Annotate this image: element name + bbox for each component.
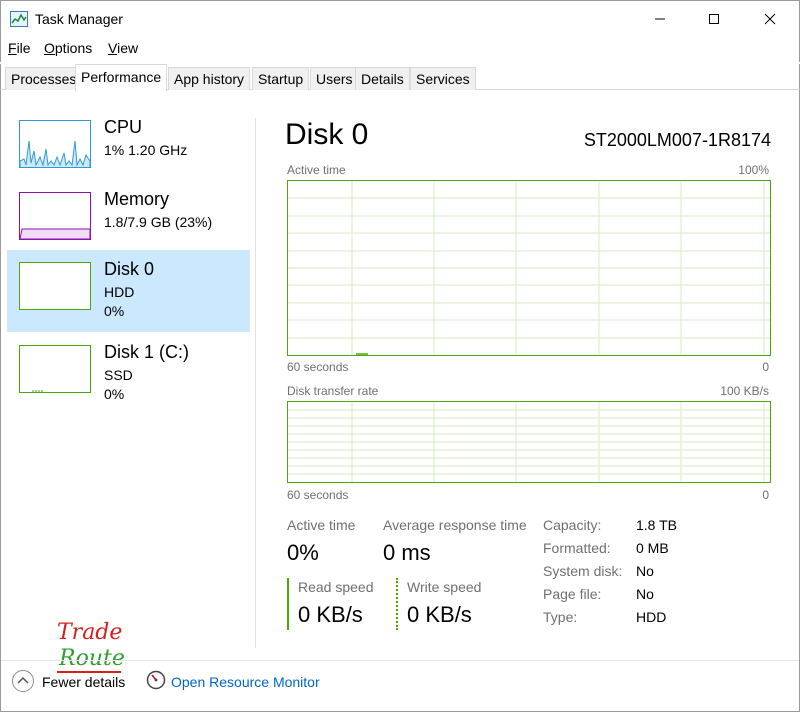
active-time-graph-min: 0 — [762, 360, 769, 374]
sidebar-cpu-sub: 1% 1.20 GHz — [104, 142, 188, 158]
cpu-thumbnail — [19, 120, 91, 168]
formatted-label: Formatted: — [543, 540, 611, 556]
menu-options[interactable]: Options — [44, 40, 92, 56]
capacity-value: 1.8 TB — [636, 517, 677, 533]
tab-bar: Processes Performance App history Startu… — [0, 64, 800, 91]
read-speed-indicator — [287, 578, 289, 630]
sidebar-item-disk1[interactable]: Disk 1 (C:) SSD 0% — [7, 333, 250, 415]
sidebar-item-disk0[interactable]: Disk 0 HDD 0% — [7, 250, 250, 332]
tab-performance[interactable]: Performance — [75, 64, 168, 91]
transfer-rate-graph-min: 0 — [762, 488, 769, 502]
close-button[interactable] — [747, 1, 793, 37]
read-speed-label: Read speed — [298, 579, 374, 595]
tab-processes[interactable]: Processes — [5, 67, 83, 90]
fewer-details-link[interactable]: Fewer details — [42, 674, 125, 690]
fewer-details-button[interactable] — [12, 670, 34, 692]
open-resource-monitor-link[interactable]: Open Resource Monitor — [171, 674, 320, 690]
avg-response-label: Average response time — [383, 517, 527, 533]
transfer-rate-graph-label: Disk transfer rate — [287, 384, 379, 398]
disk-title: Disk 0 — [285, 118, 369, 151]
task-manager-icon — [10, 11, 28, 27]
tab-details[interactable]: Details — [355, 67, 410, 90]
disk1-thumbnail — [19, 345, 91, 393]
logo-text-trade: Trade — [57, 620, 123, 645]
tab-app-history[interactable]: App history — [168, 67, 251, 90]
menu-bar: File Options View — [0, 36, 800, 62]
capacity-label: Capacity: — [543, 517, 602, 533]
sidebar-memory-sub: 1.8/7.9 GB (23%) — [104, 214, 213, 230]
type-value: HDD — [636, 609, 667, 625]
active-time-graph-time: 60 seconds — [287, 360, 349, 374]
sidebar-disk1-type: SSD — [104, 367, 133, 383]
maximize-button[interactable] — [691, 1, 737, 37]
active-time-graph-label: Active time — [287, 163, 346, 177]
footer-divider — [1, 660, 799, 661]
page-file-label: Page file: — [543, 586, 602, 602]
sidebar-disk0-usage: 0% — [104, 303, 125, 319]
active-time-graph — [287, 180, 771, 356]
memory-thumbnail — [19, 192, 91, 240]
sidebar-disk1-title: Disk 1 (C:) — [104, 342, 189, 362]
tab-services[interactable]: Services — [410, 67, 476, 90]
page-file-value: No — [636, 586, 654, 602]
sidebar-disk0-title: Disk 0 — [104, 259, 155, 279]
type-label: Type: — [543, 609, 578, 625]
tab-startup[interactable]: Startup — [252, 67, 310, 90]
system-disk-label: System disk: — [543, 563, 623, 579]
minimize-button[interactable] — [637, 1, 683, 37]
resource-monitor-icon[interactable] — [146, 670, 166, 690]
sidebar-item-cpu[interactable]: CPU 1% 1.20 GHz — [7, 108, 250, 190]
tab-users[interactable]: Users — [310, 67, 359, 90]
sidebar-cpu-title: CPU — [104, 117, 143, 137]
sidebar-disk0-type: HDD — [104, 284, 135, 300]
logo-underline — [57, 671, 121, 673]
disk-model: ST2000LM007-1R8174 — [583, 130, 771, 150]
read-speed-value: 0 KB/s — [298, 602, 363, 627]
menu-view[interactable]: View — [108, 40, 138, 56]
sidebar-disk1-usage: 0% — [104, 386, 125, 402]
title-bar: Task Manager — [0, 0, 800, 36]
write-speed-label: Write speed — [407, 579, 482, 595]
menu-file[interactable]: File — [8, 40, 31, 56]
system-disk-value: No — [636, 563, 654, 579]
panel-divider — [255, 118, 256, 648]
active-time-label: Active time — [287, 517, 356, 533]
minimize-icon — [655, 18, 665, 20]
sidebar-memory-title: Memory — [104, 189, 170, 209]
close-icon — [764, 13, 776, 25]
transfer-rate-graph-time: 60 seconds — [287, 488, 349, 502]
maximize-icon — [709, 14, 719, 24]
write-speed-value: 0 KB/s — [407, 602, 472, 627]
performance-content: CPU 1% 1.20 GHz Memory 1.8/7.9 GB (23%) … — [0, 90, 800, 712]
chevron-up-icon — [17, 676, 29, 684]
transfer-rate-graph-max: 100 KB/s — [720, 384, 769, 398]
logo-text-route: Route — [59, 646, 125, 671]
avg-response-value: 0 ms — [383, 540, 431, 565]
active-time-value: 0% — [287, 540, 319, 565]
active-time-graph-max: 100% — [738, 163, 769, 177]
write-speed-indicator — [396, 578, 398, 630]
transfer-rate-graph — [287, 401, 771, 483]
disk0-thumbnail — [19, 262, 91, 310]
window-title: Task Manager — [35, 11, 123, 27]
formatted-value: 0 MB — [636, 540, 669, 556]
